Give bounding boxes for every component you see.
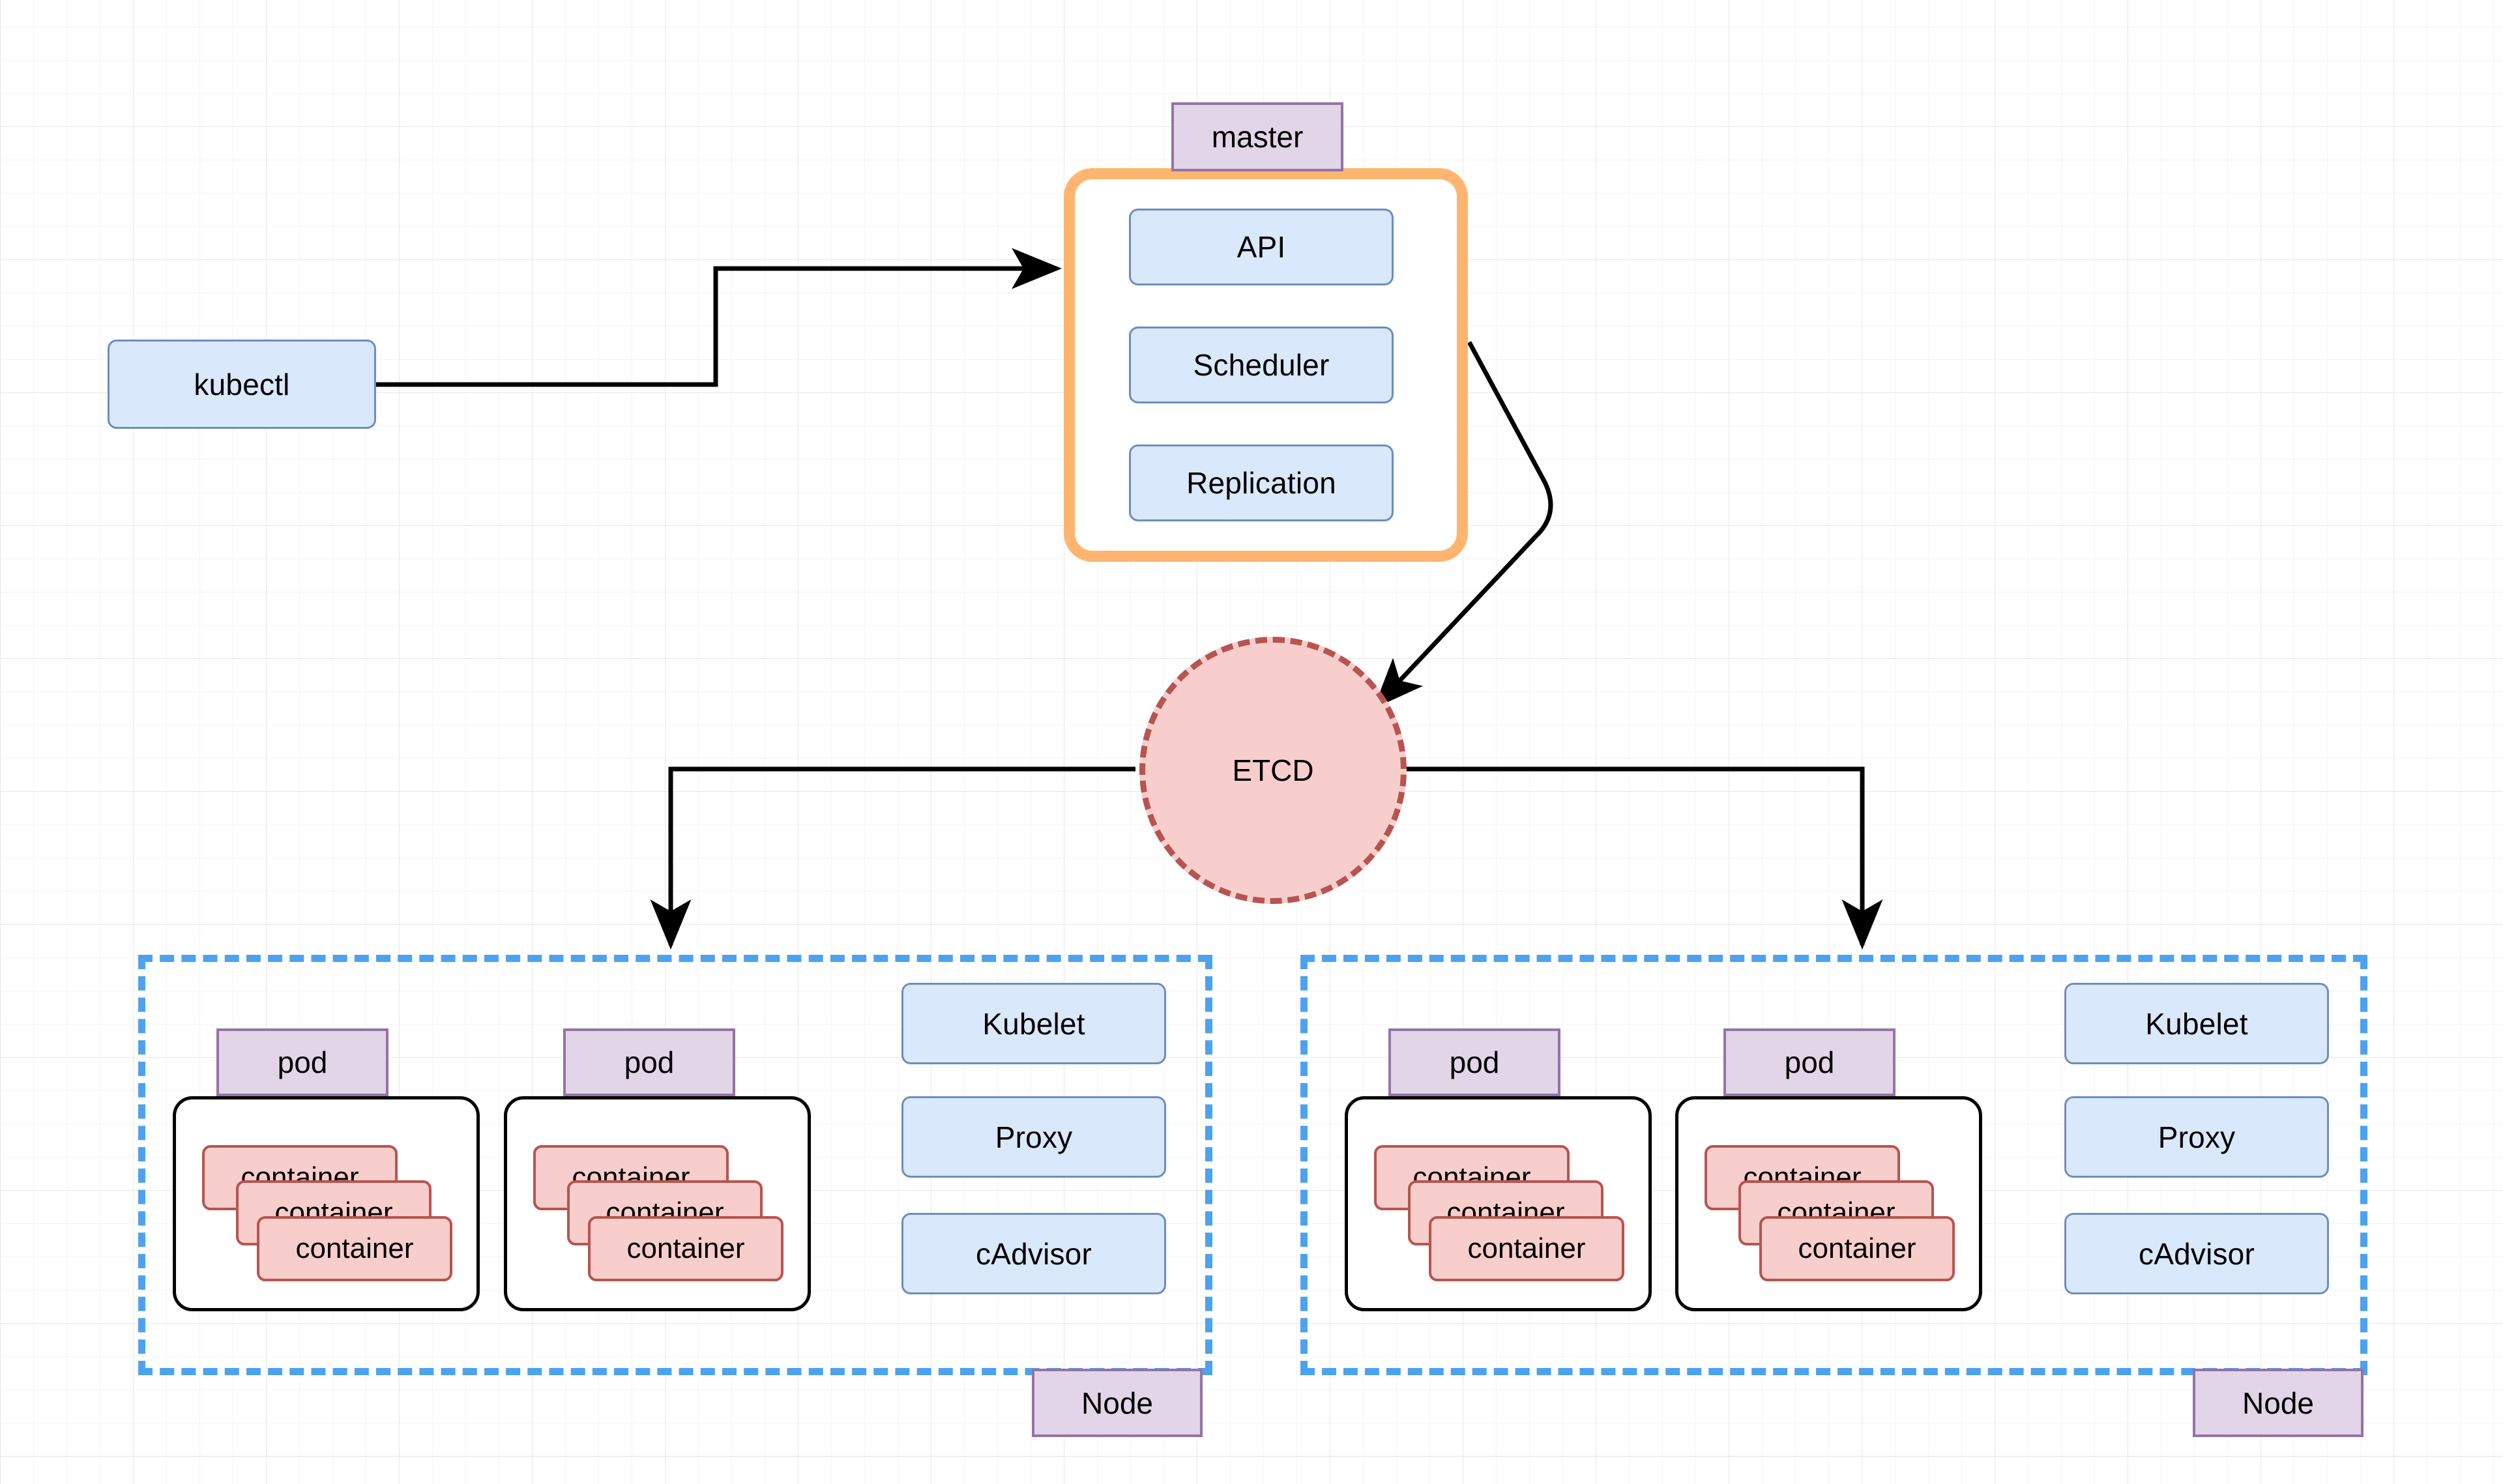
pod-tag: pod (1388, 1028, 1560, 1096)
pod-tag-label: pod (624, 1045, 675, 1079)
etcd-circle[interactable]: ETCD (1139, 637, 1407, 904)
node-tag-label: Node (1081, 1386, 1153, 1420)
pod-tag: pod (563, 1028, 735, 1096)
diagram-canvas: kubectl master API Scheduler Replication… (0, 0, 2503, 1484)
container-box[interactable]: container (257, 1216, 452, 1281)
master-component-api[interactable]: API (1129, 209, 1394, 285)
container-box[interactable]: container (588, 1216, 783, 1281)
master-tag-label: master (1211, 120, 1304, 154)
pod-tag-label: pod (1449, 1045, 1500, 1079)
node-agent-label: Kubelet (2145, 1006, 2248, 1041)
container-box[interactable]: container (1759, 1216, 1955, 1281)
master-component-scheduler[interactable]: Scheduler (1129, 327, 1394, 403)
node-tag: Node (1032, 1369, 1203, 1437)
master-component-label: Replication (1186, 466, 1336, 500)
connector-kubectl-to-master (376, 248, 1062, 387)
connector-etcd-to-node-right (1403, 766, 1883, 950)
master-component-label: API (1237, 230, 1286, 264)
node-agent-label: cAdvisor (976, 1236, 1092, 1271)
node-tag-label: Node (2242, 1386, 2314, 1420)
node-agent-proxy[interactable]: Proxy (2064, 1096, 2329, 1178)
kubectl-box[interactable]: kubectl (108, 340, 376, 429)
container-box[interactable]: container (1429, 1216, 1624, 1281)
container-label: container (295, 1232, 414, 1264)
connector-etcd-to-node-left (650, 766, 1135, 950)
node-agent-label: Kubelet (982, 1006, 1085, 1041)
etcd-label: ETCD (1232, 753, 1314, 787)
pod-tag: pod (216, 1028, 388, 1096)
node-agent-kubelet[interactable]: Kubelet (2064, 983, 2329, 1064)
container-label: container (1798, 1232, 1916, 1264)
master-component-label: Scheduler (1193, 348, 1330, 382)
node-agent-label: Proxy (995, 1120, 1073, 1154)
pod-tag-label: pod (277, 1045, 328, 1079)
node-tag: Node (2193, 1369, 2364, 1437)
pod-tag: pod (1723, 1028, 1896, 1096)
master-component-replication[interactable]: Replication (1129, 444, 1394, 521)
kubectl-label: kubectl (194, 367, 290, 401)
pod-tag-label: pod (1784, 1045, 1835, 1079)
node-agent-label: Proxy (2158, 1120, 2236, 1154)
node-agent-cadvisor[interactable]: cAdvisor (901, 1213, 1166, 1294)
node-agent-proxy[interactable]: Proxy (901, 1096, 1166, 1178)
container-label: container (626, 1232, 745, 1264)
container-label: container (1467, 1232, 1586, 1264)
master-tag: master (1171, 102, 1343, 171)
node-agent-cadvisor[interactable]: cAdvisor (2064, 1213, 2329, 1294)
node-agent-label: cAdvisor (2139, 1236, 2255, 1271)
node-agent-kubelet[interactable]: Kubelet (901, 983, 1166, 1064)
